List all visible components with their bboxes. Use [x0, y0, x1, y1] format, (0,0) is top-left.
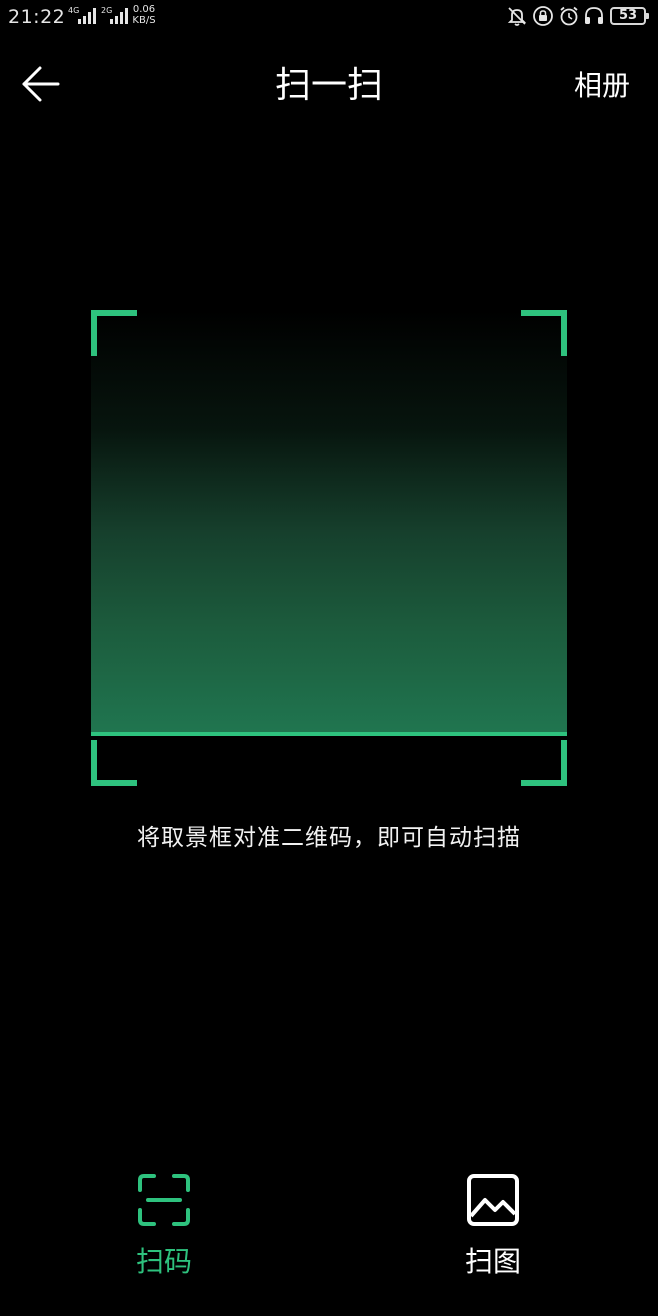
status-bar: 21:22 4G 2G 0.06 KB/S 53 — [0, 0, 658, 34]
viewfinder-corner-top-right — [521, 310, 567, 356]
tab-scan-code[interactable]: 扫码 — [94, 1170, 234, 1300]
tab-scan-image[interactable]: 扫图 — [423, 1170, 563, 1300]
bell-off-icon — [507, 7, 527, 26]
headphones-icon — [585, 7, 603, 24]
viewfinder-corner-top-left — [91, 310, 137, 356]
signal-4g-label: 4G — [68, 6, 79, 15]
signal-2g-label: 2G — [101, 6, 112, 15]
scan-gradient — [91, 310, 567, 735]
scan-viewfinder — [91, 310, 567, 786]
signal-2g-icon: 2G — [101, 6, 128, 24]
arrow-left-icon — [22, 66, 60, 102]
scan-code-icon — [138, 1174, 190, 1226]
viewfinder-corner-bottom-left — [91, 740, 137, 786]
network-speed: 0.06 KB/S — [131, 4, 157, 26]
page-title: 扫一扫 — [274, 65, 383, 106]
signal-4g-icon: 4G — [68, 6, 96, 24]
tab-scan-image-label: 扫图 — [464, 1245, 521, 1278]
scan-hint: 将取景框对准二维码，即可自动扫描 — [137, 825, 521, 851]
battery-level: 53 — [618, 8, 638, 23]
network-speed-unit: KB/S — [132, 15, 156, 26]
tab-scan-code-label: 扫码 — [135, 1245, 192, 1278]
image-icon — [467, 1174, 519, 1226]
viewfinder-corner-bottom-right — [521, 740, 567, 786]
status-time: 21:22 — [8, 6, 66, 28]
scan-line — [91, 732, 567, 736]
network-speed-value: 0.06 — [132, 4, 156, 15]
alarm-icon — [560, 6, 578, 26]
back-button[interactable] — [14, 60, 68, 108]
lock-rotation-icon — [533, 6, 553, 26]
battery-icon: 53 — [610, 7, 649, 25]
album-button[interactable]: 相册 — [574, 64, 630, 108]
